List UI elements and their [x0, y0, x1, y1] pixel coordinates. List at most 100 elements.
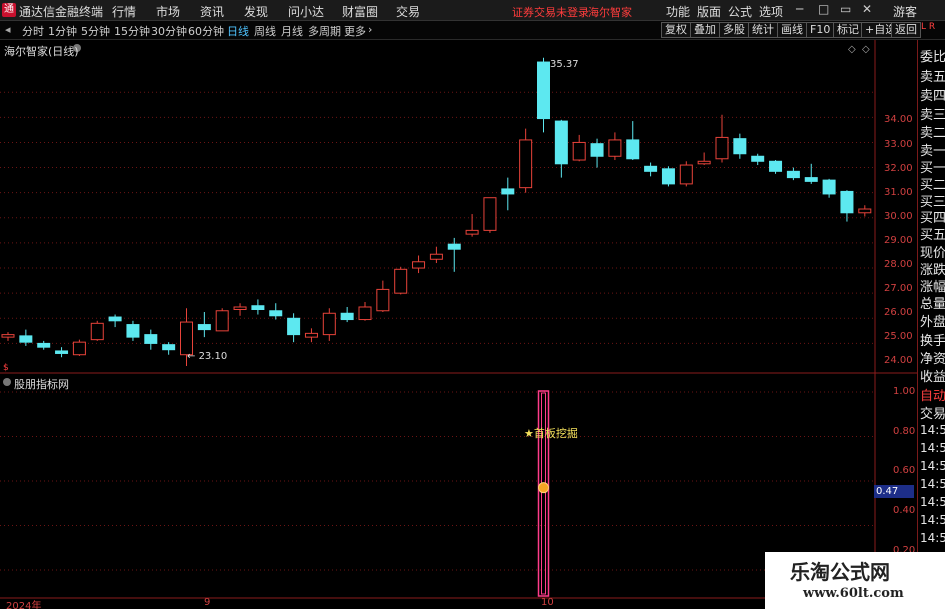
mark-button[interactable]: 标记	[833, 22, 863, 38]
side-item: 收益	[920, 370, 945, 385]
date-label-sep: 9	[204, 597, 211, 608]
period-weekly[interactable]: 周线	[254, 23, 276, 39]
low-price-value: 23.10	[198, 351, 228, 362]
candle-body	[429, 253, 443, 260]
overlay-button[interactable]: 叠加	[690, 22, 720, 38]
guest-user[interactable]: 游客	[893, 3, 917, 20]
trade-time: 14:56	[920, 531, 945, 545]
candle-body	[90, 322, 104, 341]
menu-trade[interactable]: 交易	[396, 3, 420, 20]
trade-time: 14:56	[920, 513, 945, 527]
candle-body	[162, 344, 176, 351]
price-tick: 34.00	[884, 114, 913, 125]
menu-market[interactable]: 市场	[156, 3, 180, 20]
candle-body	[786, 170, 800, 179]
statistics-button[interactable]: 统计	[748, 22, 778, 38]
indicator-tick: 0.60	[893, 465, 916, 476]
menu-formula[interactable]: 公式	[728, 3, 752, 20]
candle-body	[180, 321, 193, 356]
expand-icon: ◇	[862, 44, 870, 55]
candle-body	[412, 261, 426, 269]
scroll-left-icon[interactable]: ◂	[5, 23, 11, 36]
candle-body	[858, 208, 872, 214]
price-tick: 33.00	[884, 139, 913, 150]
chart-canvas[interactable]: $ ◇ ◇	[0, 40, 917, 609]
period-more[interactable]: 更多	[344, 23, 366, 39]
trade-time: 14:56	[920, 441, 945, 455]
auto-trade-item[interactable]: 交易	[920, 403, 945, 422]
period-60min[interactable]: 60分钟	[188, 23, 224, 39]
chevron-right-icon[interactable]: ›	[368, 23, 372, 36]
indicator-toggle-icon	[3, 378, 11, 386]
restore-icon[interactable]: ▭	[840, 2, 851, 16]
trade-login-notice[interactable]: 证券交易未登录	[512, 4, 589, 20]
side-item: 换手	[920, 334, 945, 349]
menu-options[interactable]: 选项	[759, 3, 783, 20]
candle-body	[519, 139, 533, 189]
multi-stock-button[interactable]: 多股	[719, 22, 749, 38]
price-tick: 27.00	[884, 283, 913, 294]
price-tick: 29.00	[884, 235, 913, 246]
candle-body	[447, 243, 461, 250]
menu-discover[interactable]: 发现	[244, 3, 268, 20]
watermark-title: 乐淘公式网	[790, 560, 890, 584]
back-button[interactable]: 返回	[891, 22, 921, 38]
adjust-price-button[interactable]: 复权	[661, 22, 691, 38]
low-price-label: ← 23.10	[187, 351, 228, 362]
candle-body	[144, 334, 158, 344]
app-title: 通达信金融终端	[19, 5, 104, 19]
candle-body	[233, 306, 247, 310]
candle-body	[1, 334, 15, 338]
menu-function[interactable]: 功能	[666, 3, 690, 20]
candle-body	[269, 310, 283, 317]
close-icon[interactable]: ✕	[862, 2, 872, 16]
date-label-year: 2024年	[6, 601, 42, 609]
app-logo-icon: 通	[2, 3, 16, 17]
period-daily[interactable]: 日线	[227, 23, 249, 39]
price-tick: 30.00	[884, 211, 913, 222]
f10-button[interactable]: F10	[806, 22, 835, 38]
side-item: 卖二	[920, 126, 945, 141]
menu-news[interactable]: 资讯	[200, 3, 224, 20]
period-5min[interactable]: 5分钟	[81, 23, 110, 39]
period-toolbar: ◂ 分时 1分钟 5分钟 15分钟 30分钟 60分钟 日线 周线 月线 多周期…	[0, 21, 945, 40]
candle-body	[840, 190, 854, 214]
period-15min[interactable]: 15分钟	[114, 23, 150, 39]
menu-layout[interactable]: 版面	[697, 3, 721, 20]
watermark: 乐淘公式网 www.60lt.com	[765, 552, 945, 609]
panel-toggle[interactable]: L R	[921, 22, 935, 32]
candle-body	[697, 160, 711, 165]
period-intraday[interactable]: 分时	[22, 23, 44, 39]
maximize-icon[interactable]: □	[818, 2, 829, 16]
period-monthly[interactable]: 月线	[281, 23, 303, 39]
side-item: 卖四	[920, 89, 945, 104]
period-1min[interactable]: 1分钟	[48, 23, 77, 39]
draw-line-button[interactable]: 画线	[777, 22, 807, 38]
candle-body	[465, 229, 479, 235]
candle-body	[661, 168, 675, 185]
candle-body	[590, 143, 604, 157]
price-tick: 26.00	[884, 307, 913, 318]
signal-marker-icon	[538, 482, 549, 494]
candle-body	[572, 141, 586, 161]
candle-body	[537, 61, 550, 120]
trade-time: 14:56	[920, 423, 945, 437]
candle-body	[55, 350, 69, 354]
menu-wealth[interactable]: 财富圈	[342, 3, 378, 20]
candle-body	[483, 197, 497, 231]
side-item: 卖三	[920, 108, 945, 123]
watermark-url: www.60lt.com	[803, 586, 904, 601]
signal-bar	[537, 390, 550, 597]
period-multi[interactable]: 多周期	[308, 23, 341, 39]
minimize-icon[interactable]: ─	[796, 2, 803, 16]
period-30min[interactable]: 30分钟	[151, 23, 187, 39]
candle-body	[644, 165, 658, 172]
stock-chart-label: 海尔智家(日线)	[4, 45, 79, 58]
candle-body	[733, 138, 747, 155]
candle-body	[126, 324, 140, 338]
menu-ask[interactable]: 问小达	[288, 3, 324, 20]
candle-body	[251, 305, 265, 311]
menu-quotes[interactable]: 行情	[112, 3, 136, 20]
candle-body	[197, 324, 211, 331]
auto-trade-item[interactable]: 自动	[920, 385, 945, 404]
